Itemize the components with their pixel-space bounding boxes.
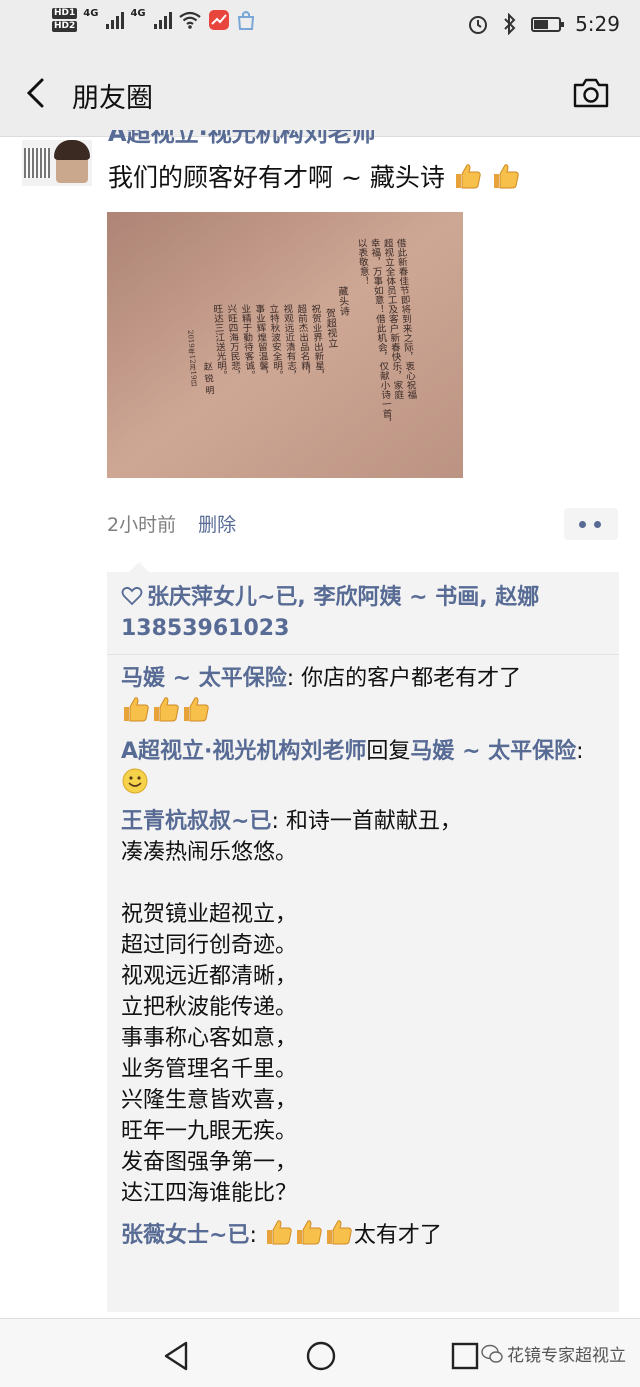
post-nickname[interactable]: A超视立·视光机构刘老师 [108,130,376,150]
battery-icon [531,16,565,32]
comment-item[interactable]: 马媛 ~ 太平保险: 你店的客户都老有才了 [121,663,605,728]
post-text-content: 我们的顾客好有才啊 ~ 藏头诗 [108,163,445,192]
status-right: 5:29 [467,12,620,36]
more-actions-button[interactable] [564,508,618,540]
comment-item[interactable]: 张薇女士~已: 太有才了 [121,1217,605,1251]
comment-text: : [576,739,584,764]
trend-app-icon [208,10,229,30]
comment-text: : [249,1223,264,1248]
comment-author[interactable]: A超视立·视光机构刘老师 [121,739,366,764]
thumbs-up-icon [264,1217,294,1247]
status-left: HD1 HD2 4G 4G [52,8,256,32]
comment-author[interactable]: 王青杭叔叔~已 [121,809,271,834]
post-text: 我们的顾客好有才啊 ~ 藏头诗 [108,158,521,194]
battery-level [534,19,549,29]
post-image[interactable]: 借此新春佳节即将到来之际，衷心祝福 超视立全体员工及客户新春快乐，家庭 幸福，万事如… [107,212,463,478]
shopping-bag-icon [237,11,254,30]
thumbs-up-icon [181,694,211,724]
hd-badges: HD1 HD2 [52,8,78,32]
reply-target[interactable]: 马媛 ~ 太平保险 [410,739,576,764]
signal-label-2: 4G [130,8,146,19]
thumbs-up-icon [491,161,521,191]
dot-icon [594,521,601,528]
comment-text: : 和诗一首献献丑， 凑凑热闹乐悠悠。 祝贺镜业超视立， 超过同行创奇迹。 视观… [121,809,462,1206]
thumbs-up-icon [453,161,483,191]
page-title: 朋友圈 [72,83,153,114]
alarm-icon [469,16,488,34]
status-time: 5:29 [575,12,620,36]
thumbs-up-icon [294,1217,324,1247]
watermark: 花镜专家超视立 [481,1341,626,1366]
comments-panel: 张庆萍女儿~已, 李欣阿姨 ~ 书画, 赵娜13853961023 马媛 ~ 太… [107,562,619,1312]
nav-recent-icon[interactable] [450,1341,480,1371]
qr-code-icon [24,148,50,178]
comment-item[interactable]: A超视立·视光机构刘老师回复马媛 ~ 太平保险: [121,736,605,798]
comment-author[interactable]: 张薇女士~已 [121,1223,249,1248]
comment-list: 马媛 ~ 太平保险: 你店的客户都老有才了 A超视立·视光机构刘老师回复马媛 ~… [107,655,619,1251]
post-meta: 2小时前 删除 [107,510,236,537]
thumbs-up-icon [324,1217,354,1247]
heart-icon [121,586,143,606]
wifi-icon [178,11,201,29]
comment-author[interactable]: 马媛 ~ 太平保险 [121,666,287,691]
thumbs-up-icon [151,694,181,724]
delete-link[interactable]: 删除 [198,514,236,536]
likes-text[interactable]: 张庆萍女儿~已, 李欣阿姨 ~ 书画, 赵娜13853961023 [121,585,539,641]
status-bar: HD1 HD2 4G 4G 5:29 [0,0,640,50]
bluetooth-icon [504,13,516,35]
avatar-hair [54,140,90,160]
nav-back-icon[interactable] [160,1339,194,1373]
post-time: 2小时前 [107,514,177,536]
hd-badge-1: HD1 [52,8,78,19]
comment-text-after: 太有才了 [353,1223,442,1248]
title-bar: 朋友圈 [0,50,640,137]
comment-text: : 你店的客户都老有才了 [286,666,522,691]
likes-row: 张庆萍女儿~已, 李欣阿姨 ~ 书画, 赵娜13853961023 [107,572,619,655]
hd-badge-2: HD2 [52,21,78,32]
camera-icon[interactable] [572,76,610,110]
thumbs-group [121,700,211,725]
signal-icon-2 [153,11,172,29]
reply-word: 回复 [366,739,411,764]
avatar[interactable] [22,140,92,186]
signal-icon [106,11,125,29]
back-arrow-icon[interactable] [22,76,52,110]
signal-label-1: 4G [83,8,99,19]
wechat-icon [481,1344,503,1363]
smile-icon [122,768,148,794]
thumbs-up-icon [121,694,151,724]
watermark-text: 花镜专家超视立 [507,1346,626,1366]
comment-item[interactable]: 王青杭叔叔~已: 和诗一首献献丑， 凑凑热闹乐悠悠。 祝贺镜业超视立， 超过同行… [121,806,605,1209]
system-nav-bar: 花镜专家超视立 [0,1318,640,1387]
nav-home-icon[interactable] [304,1339,338,1373]
post-nickname-text: A超视立·视光机构刘老师 [108,130,376,147]
dot-icon [579,521,586,528]
poem-paper-photo: 借此新春佳节即将到来之际，衷心祝福超视立全体员工及客户新春快乐，家庭幸福，万事如… [107,212,463,478]
